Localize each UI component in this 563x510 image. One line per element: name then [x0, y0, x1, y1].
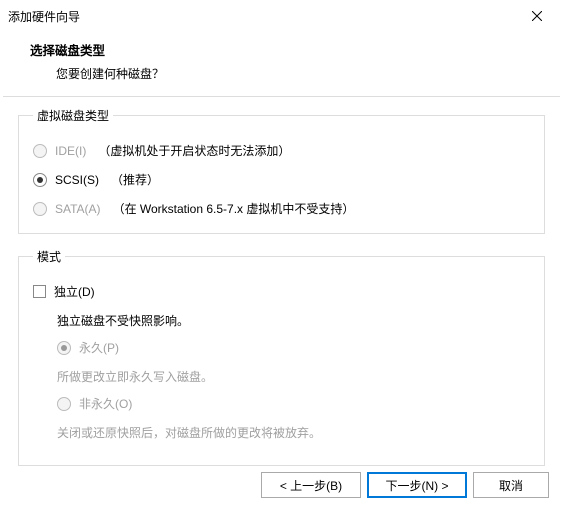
radio-row-persistent: 永久(P) [57, 339, 530, 356]
mode-sub-options: 永久(P) 所做更改立即永久写入磁盘。 非永久(O) 关闭或还原快照后，对磁盘所… [33, 339, 530, 441]
radio-scsi-label: SCSI(S) [55, 173, 99, 187]
radio-sata-label: SATA(A) [55, 202, 101, 216]
radio-scsi[interactable] [33, 173, 47, 187]
radio-row-nonpersistent: 非永久(O) [57, 395, 530, 412]
close-icon [532, 11, 542, 21]
page-subtitle: 您要创建何种磁盘？ [30, 59, 563, 82]
radio-ide-label: IDE(I) [55, 144, 86, 158]
close-button[interactable] [517, 5, 557, 27]
radio-row-scsi[interactable]: SCSI(S) （推荐） [33, 171, 530, 188]
window-title: 添加硬件向导 [8, 8, 80, 25]
checkbox-independent[interactable] [33, 285, 46, 298]
radio-row-ide[interactable]: IDE(I) （虚拟机处于开启状态时无法添加） [33, 142, 530, 159]
next-button[interactable]: 下一步(N) > [367, 472, 467, 498]
wizard-header: 选择磁盘类型 您要创建何种磁盘？ [0, 32, 563, 92]
mode-legend: 模式 [33, 248, 65, 265]
disk-type-group: 虚拟磁盘类型 IDE(I) （虚拟机处于开启状态时无法添加） SCSI(S) （… [18, 107, 545, 234]
persistent-desc: 所做更改立即永久写入磁盘。 [57, 368, 530, 385]
radio-persistent [57, 341, 71, 355]
radio-scsi-note: （推荐） [111, 171, 159, 188]
radio-persistent-label: 永久(P) [79, 339, 119, 356]
radio-sata-note: （在 Workstation 6.5-7.x 虚拟机中不受支持） [113, 200, 355, 217]
mode-group: 模式 独立(D) 独立磁盘不受快照影响。 永久(P) 所做更改立即永久写入磁盘。… [18, 248, 545, 466]
radio-nonpersistent [57, 397, 71, 411]
titlebar: 添加硬件向导 [0, 0, 563, 32]
footer-buttons: < 上一步(B) 下一步(N) > 取消 [261, 472, 549, 498]
radio-row-sata[interactable]: SATA(A) （在 Workstation 6.5-7.x 虚拟机中不受支持） [33, 200, 530, 217]
radio-ide[interactable] [33, 144, 47, 158]
disk-type-legend: 虚拟磁盘类型 [33, 107, 113, 124]
page-title: 选择磁盘类型 [30, 40, 563, 59]
independent-desc: 独立磁盘不受快照影响。 [57, 312, 530, 329]
radio-ide-note: （虚拟机处于开启状态时无法添加） [98, 142, 290, 159]
radio-nonpersistent-label: 非永久(O) [79, 395, 132, 412]
back-button[interactable]: < 上一步(B) [261, 472, 361, 498]
content-area: 虚拟磁盘类型 IDE(I) （虚拟机处于开启状态时无法添加） SCSI(S) （… [0, 97, 563, 466]
nonpersistent-desc: 关闭或还原快照后，对磁盘所做的更改将被放弃。 [57, 424, 530, 441]
cancel-button[interactable]: 取消 [473, 472, 549, 498]
radio-sata[interactable] [33, 202, 47, 216]
checkbox-independent-label: 独立(D) [54, 283, 95, 300]
check-row-independent[interactable]: 独立(D) [33, 283, 530, 300]
